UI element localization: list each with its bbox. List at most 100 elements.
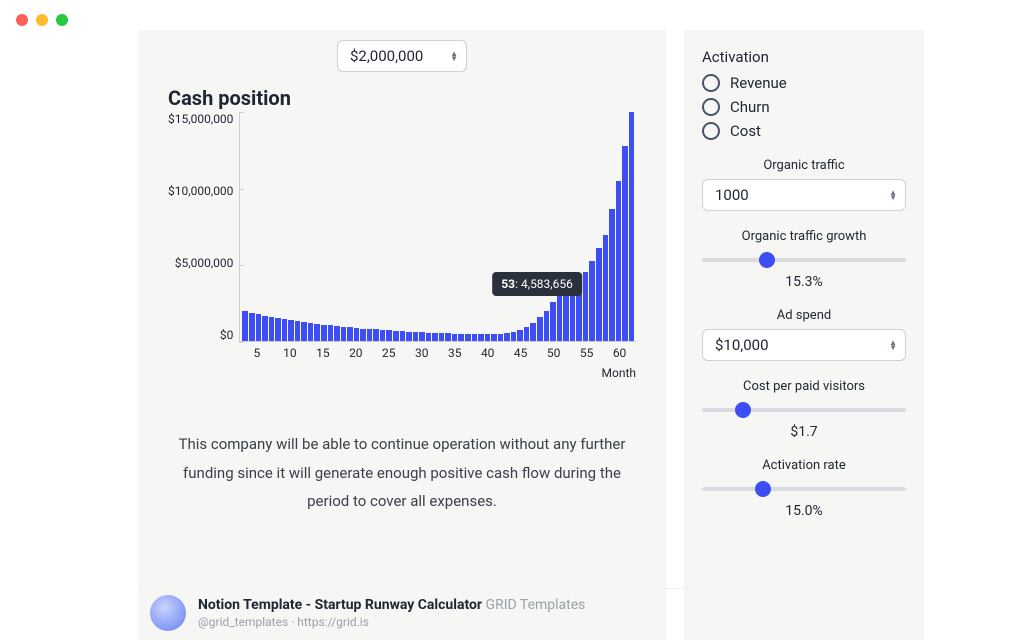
chart-bar[interactable] xyxy=(544,311,550,342)
chart-bar[interactable] xyxy=(504,333,510,342)
footer-url: https://grid.is xyxy=(297,615,369,629)
stepper-arrows-icon[interactable]: ▲▼ xyxy=(450,51,458,61)
maximize-dot-icon[interactable] xyxy=(56,14,68,26)
organic-traffic-value: 1000 xyxy=(715,186,749,204)
funding-stepper[interactable]: $2,000,000 ▲▼ xyxy=(337,40,467,72)
chart-bar[interactable] xyxy=(511,332,517,342)
stepper-arrows-icon[interactable]: ▲▼ xyxy=(889,190,897,200)
ad-spend-stepper[interactable]: $10,000 ▲▼ xyxy=(702,329,906,361)
x-tick-label: 40 xyxy=(471,346,504,360)
organic-traffic-stepper[interactable]: 1000 ▲▼ xyxy=(702,179,906,211)
radio-option-cost[interactable]: Cost xyxy=(702,122,906,140)
chart-bar[interactable] xyxy=(616,181,622,342)
chart-bar[interactable] xyxy=(419,332,425,342)
chart-bar[interactable] xyxy=(328,325,334,342)
radio-label: Cost xyxy=(730,122,761,140)
stepper-arrows-icon[interactable]: ▲▼ xyxy=(889,340,897,350)
chart-bar[interactable] xyxy=(557,292,563,342)
chart-bar[interactable] xyxy=(472,334,478,342)
chart-bar[interactable] xyxy=(400,331,406,342)
chart-bar[interactable] xyxy=(458,334,464,342)
radio-group-title: Activation xyxy=(702,48,906,66)
chart-bar[interactable] xyxy=(386,330,392,342)
organic-growth-value: 15.3% xyxy=(702,274,906,290)
x-tick-label: 45 xyxy=(504,346,537,360)
chart-bar[interactable] xyxy=(341,327,347,342)
chart-bar[interactable] xyxy=(517,330,523,342)
chart-tooltip: 53: 4,583,656 xyxy=(492,272,582,296)
chart-bar[interactable] xyxy=(596,248,602,342)
chart-bar[interactable] xyxy=(282,319,288,342)
chart-bar[interactable] xyxy=(301,322,307,342)
y-axis: $15,000,000$10,000,000$5,000,000$0 xyxy=(168,112,239,342)
window-controls xyxy=(16,14,68,26)
ad-spend-value: $10,000 xyxy=(715,336,769,354)
chart-bar[interactable] xyxy=(367,329,373,342)
chart-bar[interactable] xyxy=(550,302,556,342)
chart-bar[interactable] xyxy=(314,324,320,342)
close-dot-icon[interactable] xyxy=(16,14,28,26)
chart-bar[interactable] xyxy=(524,327,530,342)
organic-growth-slider[interactable] xyxy=(702,250,906,270)
chart-bar[interactable] xyxy=(530,323,536,342)
chart-bar[interactable] xyxy=(609,209,615,342)
chart-bar[interactable] xyxy=(589,261,595,342)
chart-bar[interactable] xyxy=(491,334,497,342)
chart-bar[interactable] xyxy=(629,112,635,342)
chart-bar[interactable] xyxy=(432,333,438,342)
chart-bar[interactable] xyxy=(295,321,301,342)
organic-growth-label: Organic traffic growth xyxy=(702,229,906,244)
y-tick-label: $10,000,000 xyxy=(168,184,233,198)
chart-bar[interactable] xyxy=(373,329,379,342)
chart-bar[interactable] xyxy=(334,326,340,342)
plot-area: 53: 4,583,656 51015202530354045505560 Mo… xyxy=(239,112,636,342)
y-tick-label: $0 xyxy=(220,328,234,342)
footer-title: Notion Template - Startup Runway Calcula… xyxy=(198,597,482,613)
radio-icon xyxy=(702,122,720,140)
chart-bar[interactable] xyxy=(452,334,458,342)
x-axis-label: Month xyxy=(602,366,636,380)
chart-bar[interactable] xyxy=(445,333,451,342)
chart-bar[interactable] xyxy=(249,313,255,342)
x-tick-label: 10 xyxy=(273,346,306,360)
chart-bar[interactable] xyxy=(537,317,543,342)
funding-value: $2,000,000 xyxy=(350,47,423,65)
chart-bar[interactable] xyxy=(498,334,504,342)
x-tick-label: 20 xyxy=(339,346,372,360)
chart-bar[interactable] xyxy=(478,334,484,342)
chart-bar[interactable] xyxy=(485,334,491,342)
chart-bar[interactable] xyxy=(269,317,275,342)
chart-bar[interactable] xyxy=(256,314,262,342)
chart-bar[interactable] xyxy=(321,325,327,342)
chart-bar[interactable] xyxy=(406,332,412,342)
chart-bar[interactable] xyxy=(347,327,353,342)
radio-option-churn[interactable]: Churn xyxy=(702,98,906,116)
chart-bar[interactable] xyxy=(393,331,399,342)
chart-bar[interactable] xyxy=(288,320,294,342)
radio-option-revenue[interactable]: Revenue xyxy=(702,74,906,92)
chart-bar[interactable] xyxy=(380,330,386,342)
chart-bar[interactable] xyxy=(275,318,281,342)
radio-icon xyxy=(702,74,720,92)
side-panel: Activation Revenue Churn Cost Organic traf… xyxy=(684,30,924,640)
chart-bar[interactable] xyxy=(354,328,360,342)
cost-per-visitor-slider[interactable] xyxy=(702,400,906,420)
chart-bar[interactable] xyxy=(308,323,314,342)
chart-bar[interactable] xyxy=(603,235,609,342)
chart-bar[interactable] xyxy=(465,334,471,342)
chart-bar[interactable] xyxy=(622,146,628,342)
minimize-dot-icon[interactable] xyxy=(36,14,48,26)
main-panel: $2,000,000 ▲▼ Cash position $15,000,000$… xyxy=(138,30,666,640)
chart-bar[interactable] xyxy=(413,332,419,342)
footer-credit[interactable]: Notion Template - Startup Runway Calcula… xyxy=(138,588,924,636)
chart-bar[interactable] xyxy=(360,329,366,342)
chart-bar[interactable] xyxy=(439,333,445,342)
chart-bar[interactable] xyxy=(583,272,589,342)
ad-spend-label: Ad spend xyxy=(702,308,906,323)
footer-subtitle: GRID Templates xyxy=(486,597,586,613)
activation-rate-slider[interactable] xyxy=(702,479,906,499)
chart-bar[interactable] xyxy=(262,316,268,342)
x-tick-label: 50 xyxy=(537,346,570,360)
chart-bar[interactable] xyxy=(426,333,432,343)
chart-bar[interactable] xyxy=(242,311,248,342)
